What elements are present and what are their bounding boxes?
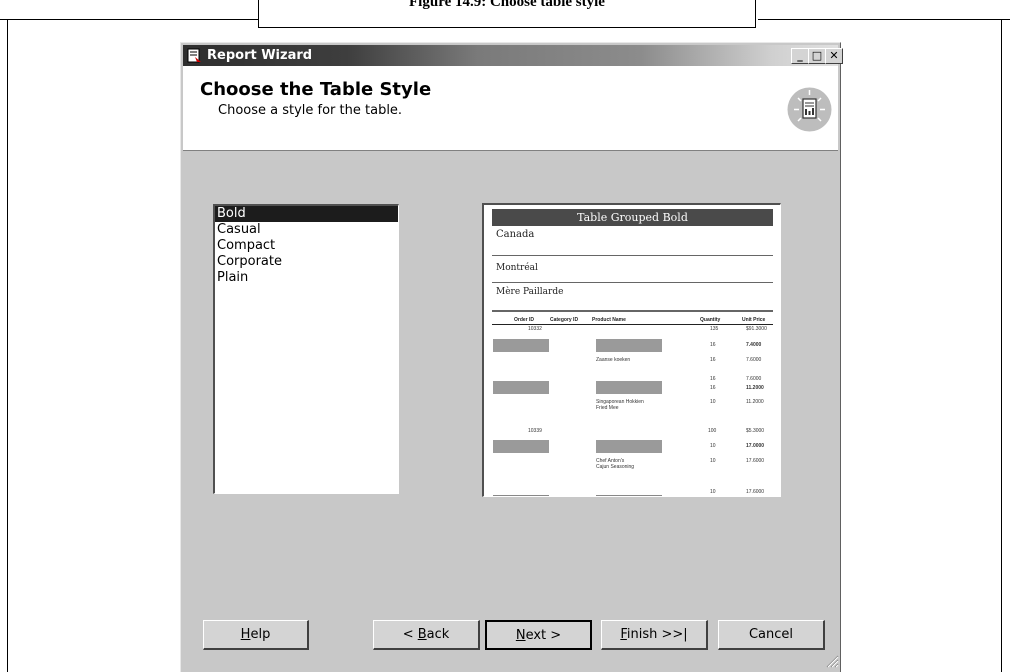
title-bar[interactable]: Report Wizard _ □ ✕ [183,45,843,66]
preview-cell: 7.6000 [746,376,762,382]
style-item-compact[interactable]: Compact [215,238,398,254]
finish-button[interactable]: Finish >>| [601,620,708,650]
page-subtitle: Choose a style for the table. [218,103,403,118]
maximize-icon: □ [811,49,823,62]
preview-cell: 10 [710,489,716,495]
preview-cell: 10 [710,399,716,405]
preview-cell: 17.6000 [746,458,765,464]
preview-cell: 7.4000 [746,342,762,348]
preview-divider [492,282,773,283]
preview-cell: 16 [710,385,716,391]
report-wizard-app-icon [187,48,201,63]
finish-button-label: Finish >>| [620,627,688,642]
preview-cell: 17.0000 [746,443,765,449]
style-preview-pane: Table Grouped Bold Canada Montréal Mère … [482,203,781,497]
help-button[interactable]: Help [203,620,309,650]
preview-group-city: Montréal [496,263,538,273]
cancel-button[interactable]: Cancel [718,620,825,650]
preview-col-order: Order ID [514,317,535,323]
preview-cell: $91.3000 [746,326,767,332]
style-item-bold[interactable]: Bold [215,206,398,222]
figure-caption: Figure 14.9: Choose table style [258,0,756,28]
minimize-button[interactable]: _ [791,48,809,64]
minimize-icon: _ [797,49,803,62]
window-title: Report Wizard [207,48,313,63]
preview-divider [596,495,662,496]
preview-cell: 7.6000 [746,357,762,363]
preview-cell: 100 [708,428,717,434]
preview-cell: 16 [710,376,716,382]
preview-cell: $5.3000 [746,428,765,434]
next-button-label: Next > [515,628,562,643]
preview-col-quantity: Quantity [700,317,721,323]
back-button[interactable]: < Back [373,620,480,650]
style-item-casual[interactable]: Casual [215,222,398,238]
figure-frame-right [1001,19,1002,672]
preview-cell: Zaanse koeken [596,357,631,363]
preview-cell: 16 [710,357,716,363]
preview-cell: 11.2000 [746,385,764,391]
preview-group-band [596,440,662,453]
preview-cell: 10332 [528,326,542,332]
style-item-plain[interactable]: Plain [215,270,398,286]
preview-divider [492,310,773,312]
next-button[interactable]: Next > [485,620,592,650]
preview-cell: 135 [710,326,719,332]
preview-cell: 17.6000 [746,489,765,495]
preview-cell: 10 [710,458,716,464]
figure-frame-left [7,19,8,672]
preview-cell: Chef Anton's Cajun Seasoning [596,458,635,470]
preview-col-category: Category ID [550,317,579,323]
preview-group-band [493,440,549,453]
preview-group-band [596,339,662,352]
preview-col-price: Unit Price [742,317,766,323]
figure-frame-top-right [758,19,1010,20]
preview-group-country: Canada [496,229,535,240]
preview-cell: 11.2000 [746,399,764,405]
wizard-header: Choose the Table Style Choose a style fo… [183,66,838,151]
preview-cell: Singaporean Hokkien Fried Mee [596,399,644,411]
preview-group-customer: Mère Paillarde [496,287,564,297]
preview-group-band [596,381,662,394]
page-title: Choose the Table Style [200,79,432,100]
preview-divider [492,255,773,256]
close-button[interactable]: ✕ [825,48,843,64]
resize-grip-icon[interactable] [826,655,839,668]
report-document-icon [787,87,832,132]
style-item-corporate[interactable]: Corporate [215,254,398,270]
help-button-label: Help [240,627,271,642]
maximize-button[interactable]: □ [808,48,826,64]
preview-group-band [493,339,549,352]
preview-group-band [493,381,549,394]
preview-header-rule [492,324,773,325]
preview-cell: 16 [710,342,716,348]
figure-frame-top-left [0,19,258,20]
cancel-button-label: Cancel [748,627,794,642]
preview-divider [493,495,549,496]
preview-col-product: Product Name [592,317,626,323]
preview-cell: 10 [710,443,716,449]
figure-caption-text: Figure 14.9: Choose table style [409,0,605,10]
close-icon: ✕ [829,49,839,62]
back-button-label: < Back [402,627,450,642]
preview-title: Table Grouped Bold [492,209,773,226]
table-style-listbox[interactable]: Bold Casual Compact Corporate Plain [213,204,399,494]
preview-cell: 10339 [528,428,542,434]
